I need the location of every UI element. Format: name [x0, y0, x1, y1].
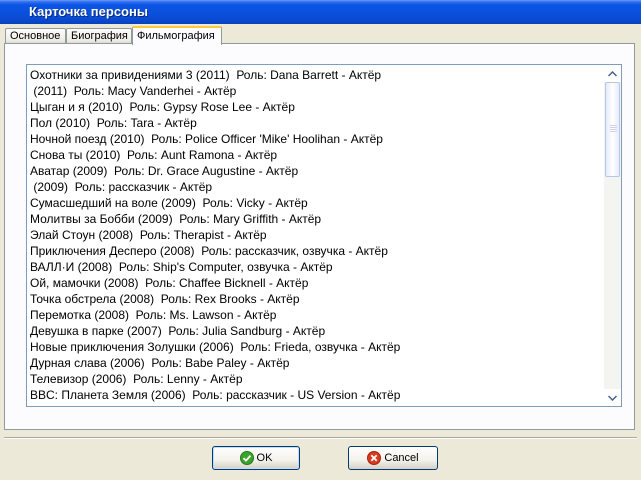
cancel-button[interactable]: Cancel [348, 446, 438, 470]
filmography-item[interactable]: Молитвы за Бобби (2009) Роль: Mary Griff… [30, 211, 600, 227]
scrollbar-thumb[interactable] [605, 82, 620, 177]
check-circle-icon [239, 451, 254, 465]
filmography-rows: Охотники за привидениями 3 (2011) Роль: … [30, 67, 600, 403]
tab-main[interactable]: Основное [5, 28, 66, 43]
filmography-item[interactable]: (2011) Роль: Macy Vanderhei - Актёр [30, 83, 600, 99]
filmography-item[interactable]: Перемотка (2008) Роль: Ms. Lawson - Актё… [30, 307, 600, 323]
filmography-item[interactable]: Ой, мамочки (2008) Роль: Chaffee Bicknel… [30, 275, 600, 291]
filmography-item[interactable]: Аватар (2009) Роль: Dr. Grace Augustine … [30, 163, 600, 179]
filmography-item[interactable]: Приключения Десперо (2008) Роль: рассказ… [30, 243, 600, 259]
scroll-down-button[interactable] [604, 389, 621, 406]
tab-panel: Охотники за привидениями 3 (2011) Роль: … [4, 43, 635, 430]
tab-biography[interactable]: Биография [66, 28, 132, 43]
filmography-item[interactable]: Ночной поезд (2010) Роль: Police Officer… [30, 131, 600, 147]
filmography-item[interactable]: Снова ты (2010) Роль: Aunt Ramona - Актё… [30, 147, 600, 163]
footer-divider [4, 437, 637, 439]
filmography-list[interactable]: Охотники за привидениями 3 (2011) Роль: … [26, 64, 622, 407]
scroll-up-button[interactable] [604, 65, 621, 82]
cancel-label: Cancel [384, 452, 419, 464]
filmography-item[interactable]: Цыган и я (2010) Роль: Gypsy Rose Lee - … [30, 99, 600, 115]
filmography-item[interactable]: Охотники за привидениями 3 (2011) Роль: … [30, 67, 600, 83]
filmography-item[interactable]: (2009) Роль: рассказчик - Актёр [30, 179, 600, 195]
title-bar[interactable]: Карточка персоны [0, 0, 641, 24]
filmography-item[interactable]: Элай Стоун (2008) Роль: Therapist - Актё… [30, 227, 600, 243]
filmography-item[interactable]: Точка обстрела (2008) Роль: Rex Brooks -… [30, 291, 600, 307]
x-circle-icon [367, 451, 382, 465]
ok-label: OK [256, 452, 273, 464]
filmography-item[interactable]: Телевизор (2006) Роль: Lenny - Актёр [30, 371, 600, 387]
arrow-down-icon [608, 394, 617, 401]
person-card-window: Карточка персоны Основное Биография Филь… [0, 0, 641, 480]
filmography-item[interactable]: Девушка в парке (2007) Роль: Julia Sandb… [30, 323, 600, 339]
filmography-item[interactable]: BBC: Планета Земля (2006) Роль: рассказч… [30, 387, 600, 403]
filmography-item[interactable]: Пол (2010) Роль: Tara - Актёр [30, 115, 600, 131]
filmography-item[interactable]: Сумасшедший на воле (2009) Роль: Vicky -… [30, 195, 600, 211]
arrow-up-icon [608, 70, 617, 77]
window-title: Карточка персоны [29, 4, 148, 19]
ok-button[interactable]: OK [212, 446, 300, 470]
vertical-scrollbar[interactable] [604, 65, 621, 406]
filmography-item[interactable]: ВАЛЛ·И (2008) Роль: Ship's Computer, озв… [30, 259, 600, 275]
tab-filmography[interactable]: Фильмография [132, 26, 222, 45]
filmography-item[interactable]: Дурная слава (2006) Роль: Babe Paley - А… [30, 355, 600, 371]
filmography-item[interactable]: Новые приключения Золушки (2006) Роль: F… [30, 339, 600, 355]
